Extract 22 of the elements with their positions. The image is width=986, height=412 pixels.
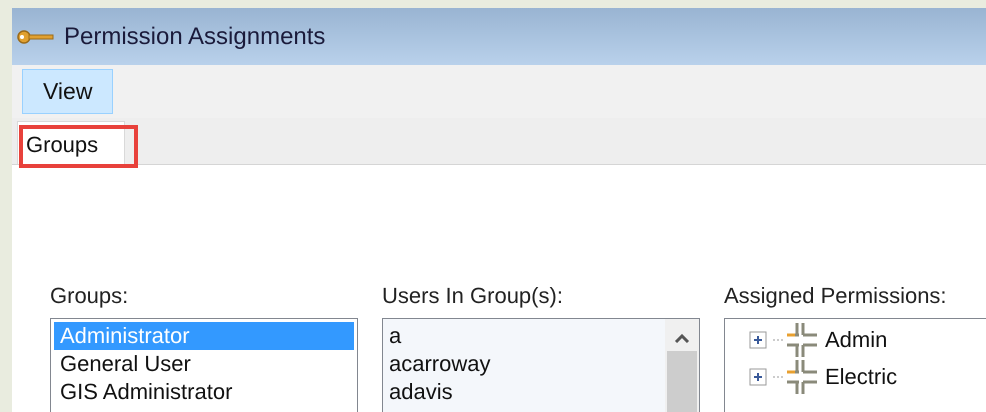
users-label: Users In Group(s):	[382, 282, 564, 310]
group-item[interactable]: General User	[54, 350, 354, 378]
user-item[interactable]: a	[389, 322, 662, 350]
groups-label: Groups:	[50, 282, 130, 310]
view-button[interactable]: View	[22, 69, 114, 114]
connector-icon	[773, 322, 819, 356]
permission-item[interactable]: Admin	[825, 323, 888, 356]
connector-icon	[773, 360, 819, 394]
user-item[interactable]: adavis	[389, 378, 662, 406]
scroll-thumb[interactable]	[667, 351, 697, 412]
permissions-tree[interactable]: Admin Electric	[724, 318, 986, 412]
scroll-up-icon[interactable]	[674, 333, 690, 343]
permissions-label: Assigned Permissions:	[724, 282, 948, 310]
expand-icon[interactable]	[749, 368, 767, 386]
permission-item[interactable]: Electric	[825, 360, 898, 393]
users-list[interactable]: a acarroway adavis	[382, 318, 700, 412]
group-item[interactable]: GIS Administrator	[54, 378, 354, 406]
groups-list[interactable]: Administrator General User GIS Administrator	[50, 318, 358, 412]
window-title: Permission Assignments	[64, 22, 326, 52]
user-item[interactable]: acarroway	[389, 350, 662, 378]
expand-icon[interactable]	[749, 330, 767, 348]
scrollbar[interactable]	[665, 319, 699, 412]
